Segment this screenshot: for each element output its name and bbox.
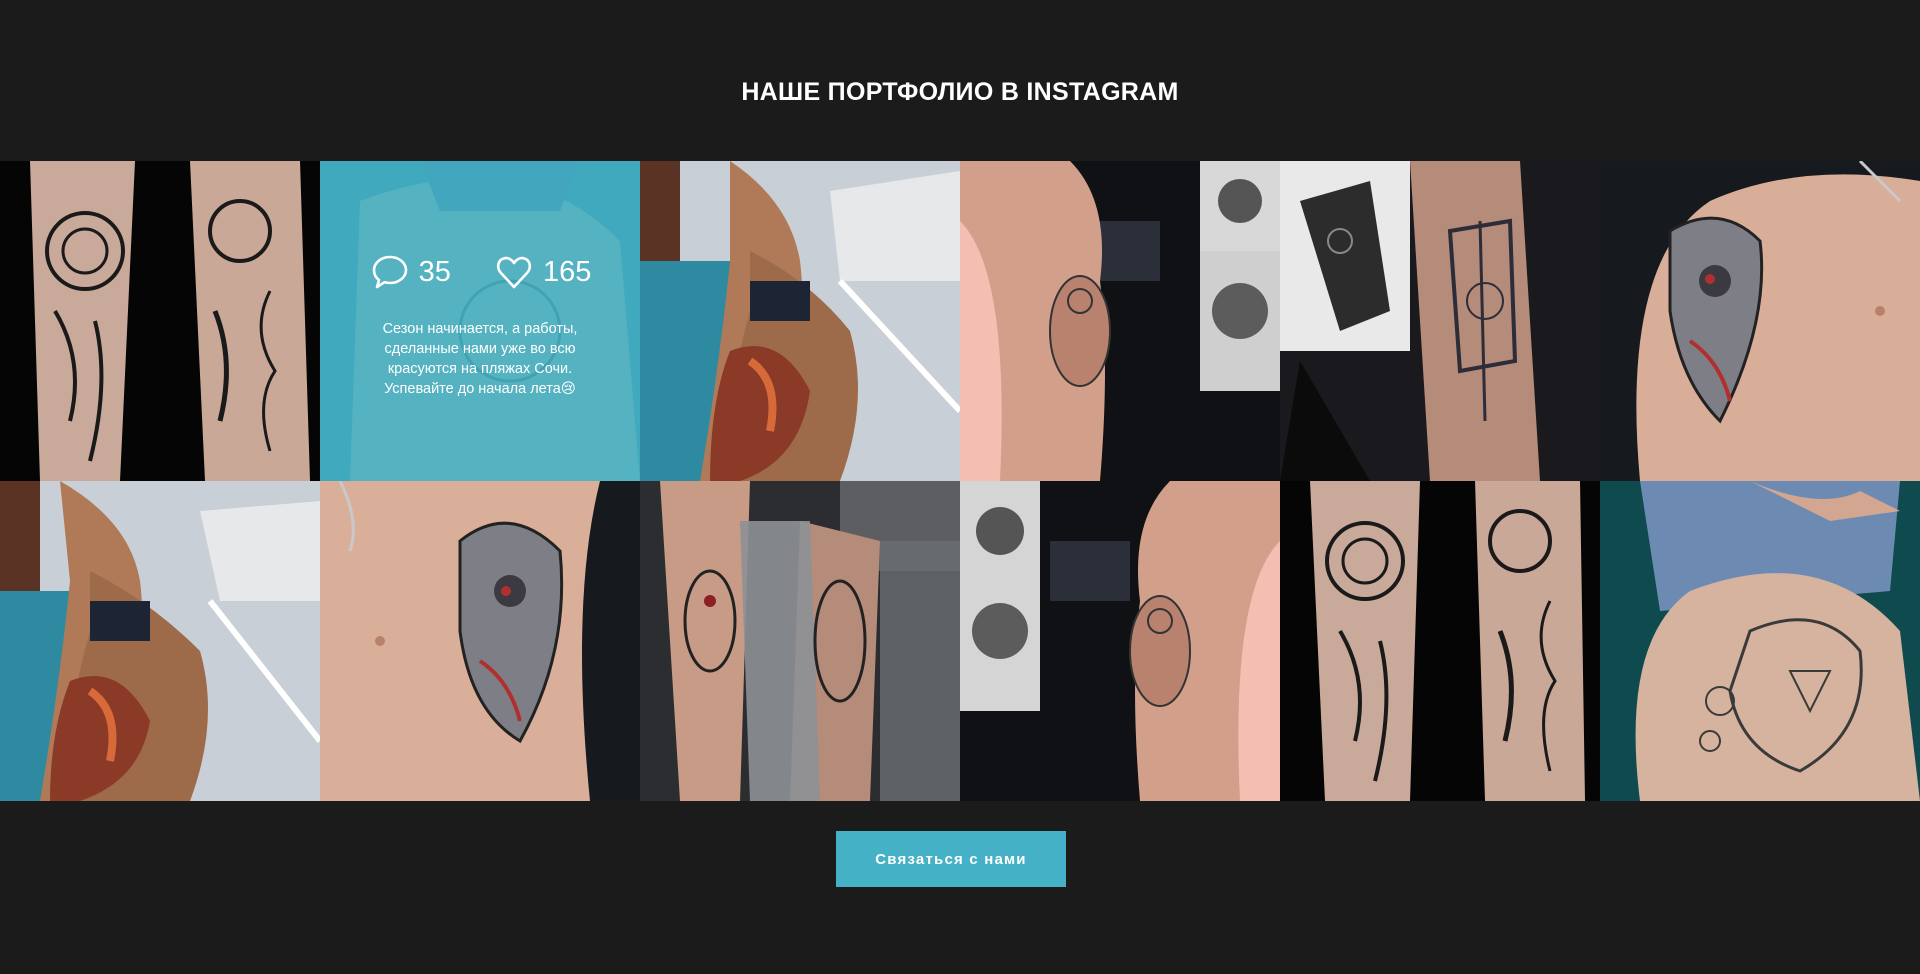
instagram-post-9[interactable]	[640, 481, 960, 801]
instagram-post-3[interactable]	[640, 161, 960, 481]
comments-stat: 35	[369, 251, 451, 293]
post-photo	[640, 161, 960, 481]
comments-count: 35	[418, 255, 451, 288]
instagram-post-4[interactable]	[960, 161, 1280, 481]
post-photo	[0, 481, 320, 801]
post-caption: Сезон начинается, а работы, сделанные на…	[382, 321, 578, 397]
instagram-post-5[interactable]	[1280, 161, 1600, 481]
post-photo	[1600, 481, 1920, 801]
post-photo	[320, 481, 640, 801]
section-title: НАШЕ ПОРТФОЛИО В INSTAGRAM	[741, 78, 1179, 106]
likes-stat: 165	[493, 251, 591, 293]
post-photo	[960, 481, 1280, 801]
instagram-post-7[interactable]	[0, 481, 320, 801]
post-hover-overlay: 35 165 Сезон начинается, а работы, сдела…	[320, 161, 640, 481]
instagram-post-1[interactable]	[0, 161, 320, 481]
instagram-portfolio-section: НАШЕ ПОРТФОЛИО В INSTAGRAM 35 165 Сезон …	[0, 0, 1920, 974]
instagram-feed-grid: 35 165 Сезон начинается, а работы, сдела…	[0, 161, 1920, 801]
post-photo	[960, 161, 1280, 481]
post-photo	[1600, 161, 1920, 481]
instagram-post-8[interactable]	[320, 481, 640, 801]
likes-count: 165	[542, 255, 592, 288]
post-photo	[1280, 481, 1600, 801]
post-photo	[640, 481, 960, 801]
instagram-post-10[interactable]	[960, 481, 1280, 801]
contact-us-button[interactable]: Связаться с нами	[836, 831, 1066, 887]
post-photo	[1280, 161, 1600, 481]
post-stats: 35 165	[369, 251, 591, 293]
speech-bubble-icon	[372, 255, 407, 289]
instagram-post-6[interactable]	[1600, 161, 1920, 481]
post-photo	[0, 161, 320, 481]
heart-icon	[496, 256, 532, 289]
instagram-post-2[interactable]: 35 165 Сезон начинается, а работы, сдела…	[320, 161, 640, 481]
instagram-post-12[interactable]	[1600, 481, 1920, 801]
instagram-post-11[interactable]	[1280, 481, 1600, 801]
